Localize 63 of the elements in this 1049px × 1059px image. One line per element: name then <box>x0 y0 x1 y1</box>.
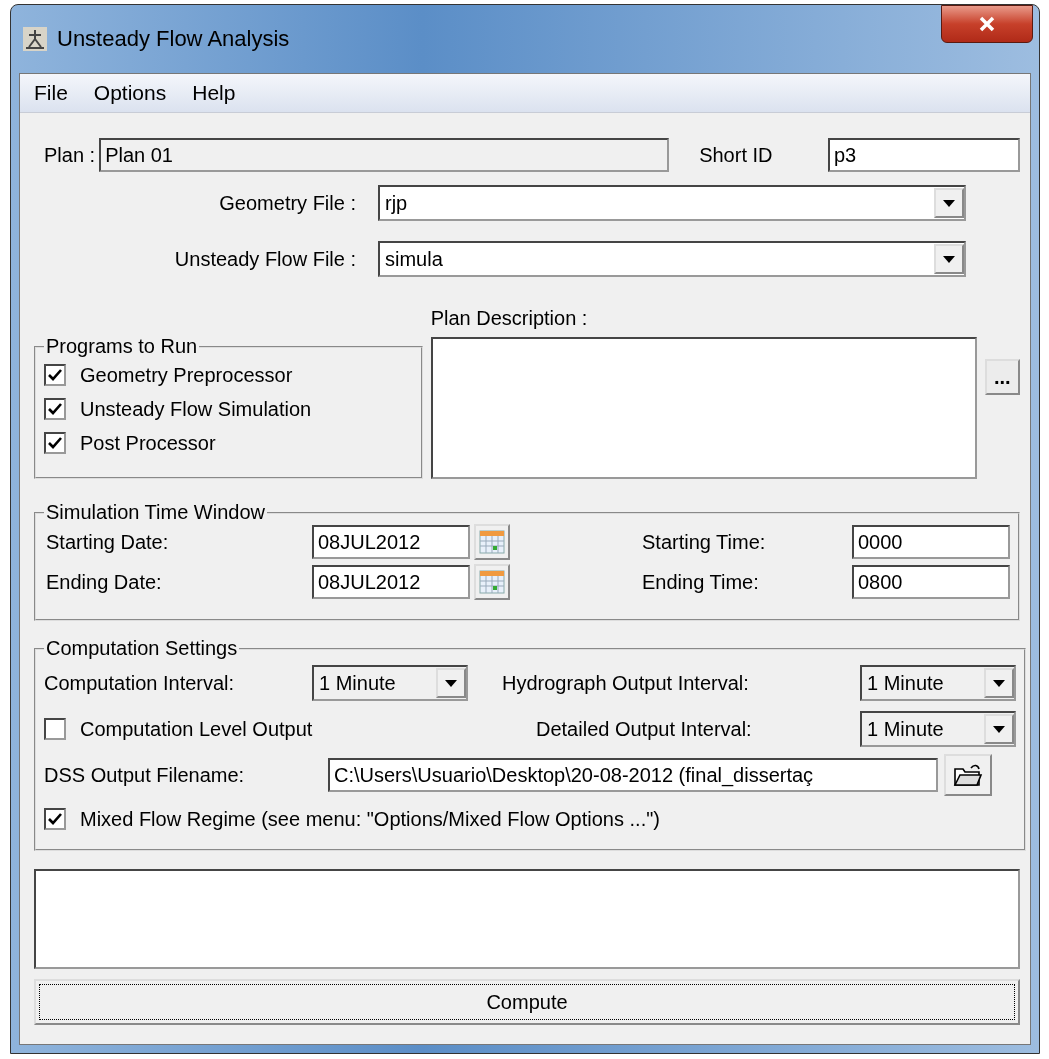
open-folder-button[interactable] <box>944 754 992 796</box>
starting-date-label: Starting Date: <box>46 530 170 554</box>
checkbox[interactable] <box>44 364 66 386</box>
check-icon <box>47 435 63 451</box>
figure-icon <box>23 27 47 51</box>
dss-filename-label: DSS Output Filename: <box>44 763 246 787</box>
dropdown-arrow-icon <box>943 199 955 207</box>
menu-item[interactable]: Help <box>192 81 236 105</box>
ending-time-label: Ending Time: <box>642 570 759 594</box>
hydrograph-interval-label: Hydrograph Output Interval: <box>502 671 750 695</box>
calendar-icon <box>479 570 505 594</box>
dropdown-arrow-icon <box>993 725 1005 733</box>
calendar-button[interactable] <box>474 564 510 600</box>
starting-time-field[interactable]: 0000 <box>852 525 1010 559</box>
calendar-button[interactable] <box>474 524 510 560</box>
close-icon <box>978 16 996 32</box>
interval-dropdown[interactable]: 1 Minute <box>860 665 1016 701</box>
file-label: Geometry File : <box>218 191 357 215</box>
starting-time-label: Starting Time: <box>642 530 766 554</box>
checkbox[interactable] <box>44 432 66 454</box>
group-title: Simulation Time Window <box>45 501 266 524</box>
description-field[interactable] <box>430 337 977 479</box>
dropdown-arrow-icon <box>943 255 955 263</box>
checkbox[interactable] <box>44 808 66 830</box>
ending-date-label: Ending Date: <box>46 570 163 594</box>
calendar-icon <box>479 530 505 554</box>
dropdown-arrow-icon <box>993 679 1005 687</box>
description-label: Plan Description : <box>430 307 589 331</box>
checkbox-label: Post Processor <box>80 431 216 455</box>
check-icon <box>47 811 63 827</box>
starting-date-field[interactable]: 08JUL2012 <box>312 525 470 559</box>
interval-dropdown[interactable]: 1 Minute <box>860 711 1016 747</box>
ellipsis-button[interactable]: ... <box>984 359 1020 395</box>
group-title: Computation Settings <box>45 637 239 660</box>
check-icon <box>47 367 63 383</box>
dss-filename-field[interactable]: C:\Users\Usuario\Desktop\20-08-2012 (final_dissertaç <box>328 758 938 792</box>
checkbox[interactable] <box>44 398 66 420</box>
group-title: Programs to Run <box>45 335 199 358</box>
interval-dropdown[interactable]: 1 Minute <box>312 665 468 701</box>
folder-icon <box>953 763 983 787</box>
checkbox-label: Geometry Preprocessor <box>80 363 293 387</box>
file-label: Unsteady Flow File : <box>173 247 357 271</box>
ending-date-field[interactable]: 08JUL2012 <box>312 565 470 599</box>
checkbox-label: Computation Level Output <box>80 717 313 741</box>
close-button[interactable] <box>941 5 1033 43</box>
checkbox-label: Unsteady Flow Simulation <box>80 397 312 421</box>
ending-time-field[interactable]: 0800 <box>852 565 1010 599</box>
computation-interval-label: Computation Interval: <box>44 671 236 695</box>
menu-item[interactable]: File <box>34 81 68 105</box>
checkbox-label: Mixed Flow Regime (see menu: "Options/Mixed Flow Options ...") <box>80 807 660 831</box>
short-id-label: Short ID <box>699 143 773 167</box>
short-id-field[interactable]: p3 <box>828 138 1020 172</box>
compute-button[interactable]: Compute <box>34 979 1020 1025</box>
plan-field[interactable]: Plan 01 <box>99 138 670 172</box>
file-dropdown[interactable]: simula <box>378 241 966 277</box>
window-title: Unsteady Flow Analysis <box>57 26 290 52</box>
plan-label: Plan : <box>44 143 96 167</box>
checkbox[interactable] <box>44 718 66 740</box>
file-dropdown[interactable]: rjp <box>378 185 966 221</box>
dropdown-arrow-icon <box>445 679 457 687</box>
menu-item[interactable]: Options <box>93 81 167 105</box>
detailed-interval-label: Detailed Output Interval: <box>536 717 753 741</box>
check-icon <box>47 401 63 417</box>
